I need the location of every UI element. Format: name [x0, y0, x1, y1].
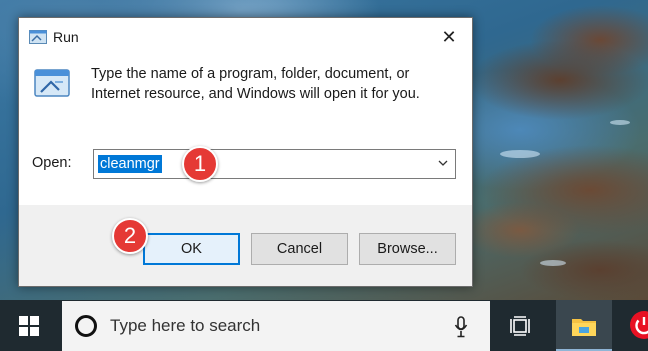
step-callout-1: 1	[182, 146, 218, 182]
dialog-content: Type the name of a program, folder, docu…	[19, 56, 472, 205]
cancel-button[interactable]: Cancel	[251, 233, 348, 265]
run-icon	[29, 30, 47, 44]
power-app-button[interactable]	[622, 300, 648, 351]
browse-button[interactable]: Browse...	[359, 233, 456, 265]
microphone-icon[interactable]	[454, 316, 468, 338]
close-button[interactable]: ✕	[426, 18, 472, 56]
windows-start-icon	[19, 315, 39, 336]
file-explorer-icon	[572, 318, 596, 336]
power-app-icon	[630, 311, 648, 339]
dialog-titlebar[interactable]: Run ✕	[19, 18, 472, 56]
cortana-icon[interactable]	[75, 315, 97, 337]
run-program-icon	[34, 69, 70, 97]
chevron-down-icon[interactable]	[437, 157, 449, 169]
run-dialog: Run ✕ Type the name of a program, folder…	[18, 17, 473, 287]
open-label: Open:	[32, 155, 72, 171]
ok-button[interactable]: OK	[143, 233, 240, 265]
open-combobox[interactable]: cleanmgr	[93, 149, 456, 179]
search-placeholder: Type here to search	[110, 316, 261, 335]
close-icon: ✕	[441, 26, 457, 48]
start-button[interactable]	[0, 300, 58, 351]
dialog-title: Run	[53, 29, 79, 45]
file-explorer-button[interactable]	[556, 300, 612, 351]
dialog-description: Type the name of a program, folder, docu…	[91, 66, 420, 102]
task-view-icon	[510, 315, 530, 336]
taskbar: Type here to search	[0, 300, 648, 351]
open-input[interactable]: cleanmgr	[98, 155, 162, 173]
step-callout-2: 2	[112, 218, 148, 254]
taskbar-search-box[interactable]: Type here to search	[62, 301, 490, 351]
task-view-button[interactable]	[494, 300, 546, 351]
dialog-button-bar: OK Cancel Browse...	[19, 205, 472, 286]
